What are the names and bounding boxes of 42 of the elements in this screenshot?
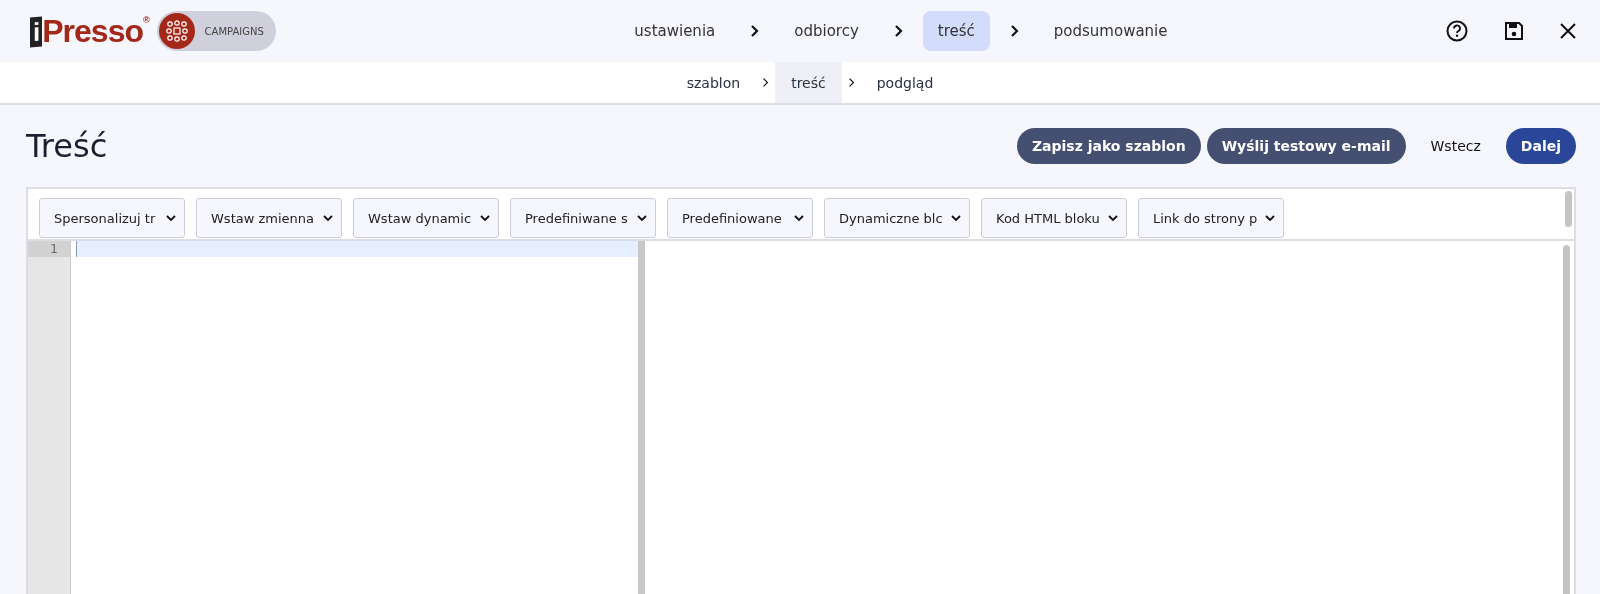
step-tab[interactable]: podsumowanie <box>1038 11 1183 51</box>
action-button[interactable]: Zapisz jako szablon <box>1016 128 1201 164</box>
line-number: 1 <box>28 241 70 257</box>
chevron-right-icon <box>847 77 855 88</box>
chevron-right-icon <box>1009 24 1019 38</box>
module-badge[interactable]: CAMPAIGNS <box>156 11 276 51</box>
back-button[interactable]: Wstecz <box>1415 128 1496 164</box>
substep-tab[interactable]: treść <box>775 62 842 103</box>
action-button[interactable]: Wyślij testowy e-mail <box>1206 128 1406 164</box>
chevron-down-icon <box>323 214 333 222</box>
dropdown[interactable]: Kod HTML bloku <box>981 198 1127 238</box>
save-icon[interactable] <box>1504 21 1524 41</box>
chevron-right-icon <box>750 24 760 38</box>
step-tab[interactable]: treść <box>922 11 990 51</box>
chevron-down-icon <box>1265 214 1275 222</box>
help-icon[interactable] <box>1446 20 1468 42</box>
dropdown[interactable]: Predefiniwane s <box>510 198 656 238</box>
network-icon <box>158 13 195 49</box>
dropdown[interactable]: Predefiniowane <box>667 198 813 238</box>
chevron-down-icon <box>951 214 961 222</box>
substep-tab[interactable]: podgląd <box>860 62 950 103</box>
close-icon[interactable] <box>1560 23 1576 39</box>
chevron-down-icon <box>166 214 176 222</box>
chevron-down-icon <box>637 214 647 222</box>
scrollbar[interactable] <box>1563 245 1570 594</box>
substep-tab[interactable]: szablon <box>670 62 757 103</box>
dropdown[interactable]: Link do strony p <box>1138 198 1284 238</box>
step-tab[interactable]: odbiorcy <box>779 11 874 51</box>
logo: i Presso® <box>30 11 149 51</box>
chevron-right-icon <box>893 24 903 38</box>
dropdown[interactable]: Dynamiczne blc <box>824 198 970 238</box>
next-button[interactable]: Dalej <box>1505 128 1576 164</box>
step-tab[interactable]: ustawienia <box>619 11 731 51</box>
dropdown[interactable]: Spersonalizuj tr <box>39 198 185 238</box>
dropdown[interactable]: Wstaw dynamic <box>353 198 499 238</box>
dropdown[interactable]: Wstaw zmienna <box>196 198 342 238</box>
page-title: Treść <box>26 127 109 165</box>
scrollbar[interactable] <box>1565 191 1572 227</box>
chevron-right-icon <box>762 77 770 88</box>
chevron-down-icon <box>1108 214 1118 222</box>
chevron-down-icon <box>480 214 490 222</box>
chevron-down-icon <box>794 214 804 222</box>
